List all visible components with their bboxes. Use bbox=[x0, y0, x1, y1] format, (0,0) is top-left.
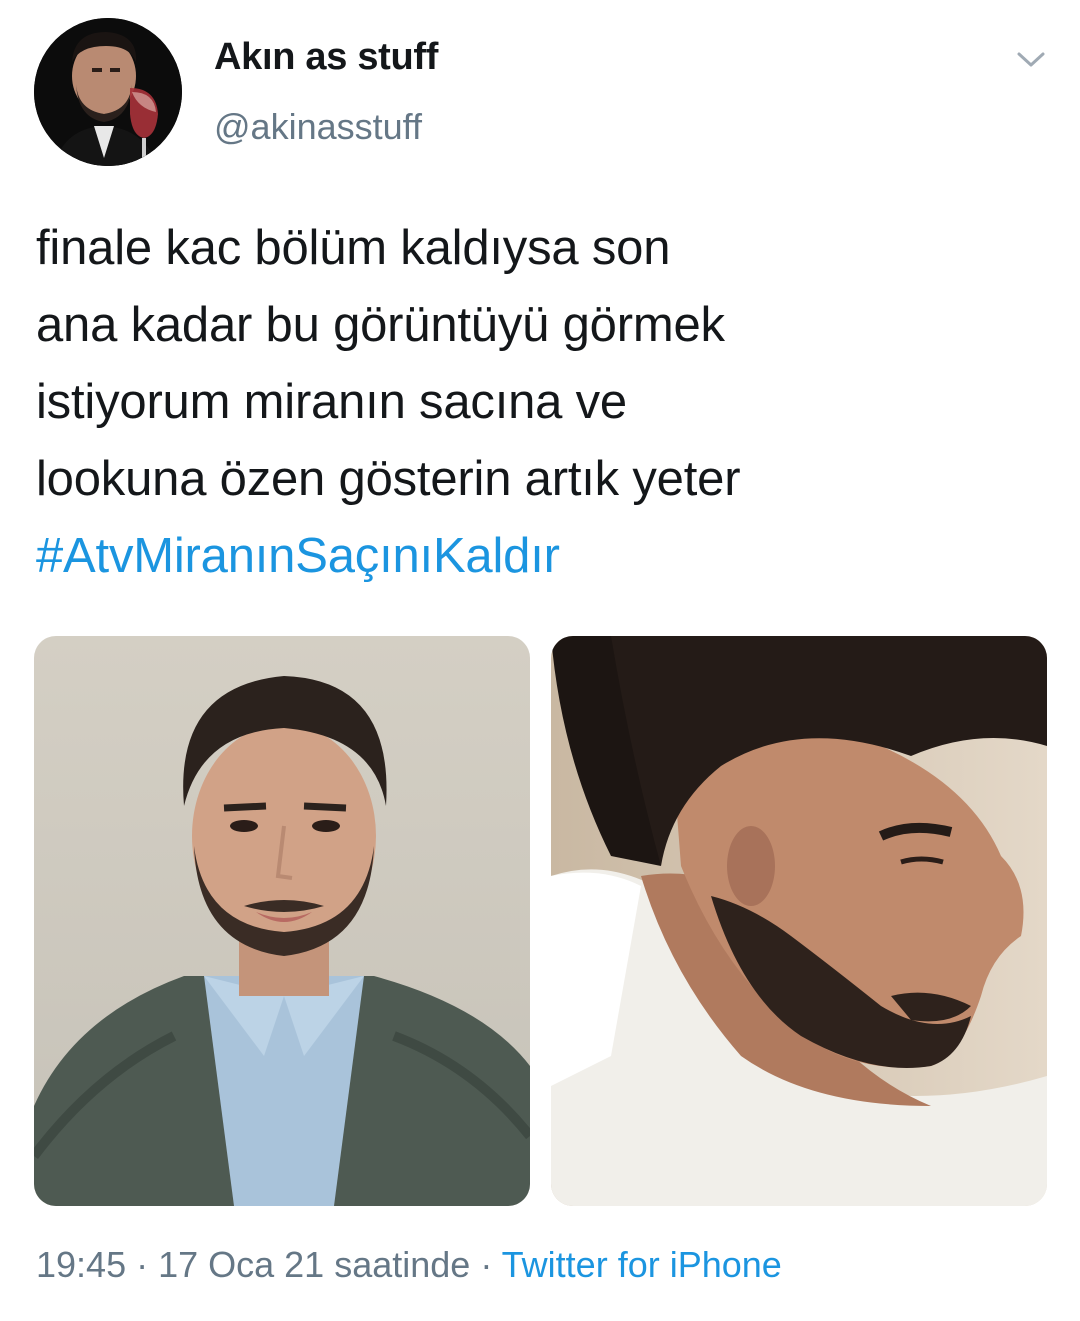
tweet-text-line: finale kac bölüm kaldıysa son bbox=[36, 221, 671, 275]
hashtag-link[interactable]: #AtvMiranınSaçınıKaldır bbox=[36, 518, 1046, 595]
photo-man-in-suit bbox=[34, 636, 530, 1206]
tweet-text-line: ana kadar bu görüntüyü görmek bbox=[36, 298, 725, 352]
chevron-down-icon[interactable] bbox=[1008, 40, 1054, 80]
avatar[interactable] bbox=[34, 18, 182, 166]
tweet-date[interactable]: 17 Oca 21 saatinde bbox=[158, 1244, 470, 1285]
photo-man-profile-closeup bbox=[551, 636, 1047, 1206]
tweet-source-link[interactable]: Twitter for iPhone bbox=[502, 1244, 782, 1285]
tweet-time[interactable]: 19:45 bbox=[36, 1244, 126, 1285]
tweet-card: Akın as stuff @akinasstuff finale kac bö… bbox=[0, 0, 1080, 1321]
media-photo-2[interactable] bbox=[551, 636, 1047, 1206]
media-photo-1[interactable] bbox=[34, 636, 530, 1206]
author-display-name[interactable]: Akın as stuff bbox=[214, 36, 438, 79]
tweet-text-line: istiyorum miranın sacına ve bbox=[36, 375, 627, 429]
meta-separator: · bbox=[470, 1244, 502, 1285]
author-handle[interactable]: @akinasstuff bbox=[214, 106, 422, 148]
avatar-photo bbox=[34, 18, 182, 166]
meta-separator: · bbox=[126, 1244, 159, 1285]
tweet-meta: 19:45 · 17 Oca 21 saatinde · Twitter for… bbox=[36, 1244, 782, 1286]
tweet-text-line: lookuna özen gösterin artık yeter bbox=[36, 452, 741, 506]
tweet-text: finale kac bölüm kaldıysa son ana kadar … bbox=[36, 210, 1046, 595]
